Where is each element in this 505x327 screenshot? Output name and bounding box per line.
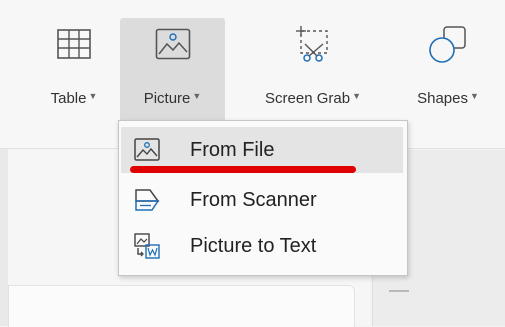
picture-label: Picture [143,90,191,107]
annotation-underline [130,166,356,173]
picture-button[interactable]: Picture ▼ [120,18,225,128]
table-button[interactable]: Table ▼ [30,18,118,128]
menu-item-from-scanner[interactable]: From Scanner [121,177,403,223]
scanner-icon [135,189,160,211]
screen-grab-button[interactable]: Screen Grab ▼ [232,18,394,128]
screen-grab-icon [296,26,328,62]
shapes-button[interactable]: Shapes ▼ [398,18,498,128]
picture-to-text-icon [134,233,160,259]
picture-icon [155,28,190,60]
panel-divider [389,290,409,292]
dropdown-arrow-icon: ▼ [352,91,361,101]
table-icon [57,29,91,59]
picture-dropdown-menu: From File From Scanner Picture to Text [118,120,408,276]
shapes-icon [429,26,466,63]
dropdown-arrow-icon: ▼ [469,91,479,101]
menu-item-label: From File [190,138,275,161]
menu-item-label: From Scanner [190,188,317,211]
dropdown-arrow-icon: ▼ [88,91,98,101]
dropdown-arrow-icon: ▼ [192,91,202,101]
menu-item-label: Picture to Text [190,234,317,257]
document-page[interactable] [8,285,355,327]
table-label: Table [50,90,87,107]
picture-file-icon [134,138,160,161]
screen-grab-label: Screen Grab [265,90,351,107]
menu-item-picture-to-text[interactable]: Picture to Text [121,223,403,269]
shapes-label: Shapes [417,90,468,107]
